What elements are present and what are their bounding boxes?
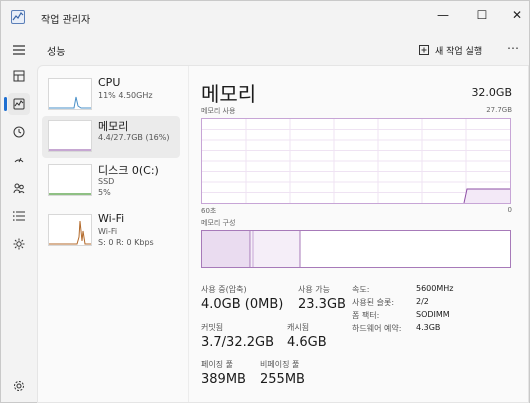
- available-label: 사용 가능: [298, 285, 330, 294]
- performance-panel: CPU 11% 4.50GHz 메모리 4.4/27.7GB (16%) 디스크…: [37, 65, 529, 403]
- memory-usage-label: 메모리 사용: [201, 107, 236, 115]
- speed-label: 속도:: [352, 285, 370, 294]
- device-name: 디스크 0(C:): [98, 164, 159, 177]
- services-icon[interactable]: [8, 233, 30, 255]
- cpu-thumbnail: [48, 78, 92, 110]
- cached-value: 4.6GB: [287, 335, 327, 350]
- speed-value: 5600MHz: [416, 284, 454, 293]
- startup-icon[interactable]: [8, 149, 30, 171]
- graph-axis-start: 60초: [201, 207, 217, 215]
- committed-label: 커밋됨: [201, 323, 224, 332]
- users-icon[interactable]: [8, 177, 30, 199]
- in-use-label: 사용 중(압축): [201, 285, 247, 294]
- minimize-button[interactable]: —: [431, 5, 455, 25]
- processes-icon[interactable]: [8, 65, 30, 87]
- paged-pool-label: 페이징 풀: [201, 360, 233, 369]
- memory-title: 메모리: [201, 82, 257, 106]
- app-history-icon[interactable]: [8, 121, 30, 143]
- task-manager-app-icon: [11, 10, 25, 24]
- menu-icon[interactable]: [8, 39, 30, 61]
- committed-value: 3.7/32.2GB: [201, 335, 274, 350]
- run-new-task-button[interactable]: 새 작업 실행: [419, 40, 482, 60]
- device-item-wifi[interactable]: Wi-Fi Wi-Fi S: 0 R: 0 Kbps: [42, 210, 180, 252]
- memory-usage-graph: [201, 118, 511, 204]
- new-task-icon: [419, 45, 429, 55]
- maximize-button[interactable]: ☐: [470, 5, 494, 25]
- hardware-reserved-label: 하드웨어 예약:: [352, 324, 402, 333]
- device-detail: Wi-Fi: [98, 227, 118, 236]
- active-nav-indicator: [4, 97, 7, 111]
- task-manager-window: 작업 관리자 — ☐ ✕ 성능 새 작업 실행 ⋯ CPU 11% 4.50GH…: [0, 0, 530, 403]
- nonpaged-pool-value: 255MB: [260, 372, 305, 387]
- device-item-cpu[interactable]: CPU 11% 4.50GHz: [42, 74, 180, 116]
- memory-thumbnail: [48, 120, 92, 152]
- device-name: CPU: [98, 76, 121, 89]
- device-item-memory[interactable]: 메모리 4.4/27.7GB (16%): [42, 116, 180, 158]
- panel-divider: [188, 66, 189, 402]
- device-name: 메모리: [98, 120, 129, 133]
- memory-composition-bar: [201, 230, 511, 268]
- details-icon[interactable]: [8, 205, 30, 227]
- page-title: 성능: [47, 47, 66, 58]
- memory-composition-label: 메모리 구성: [201, 219, 236, 227]
- device-name: Wi-Fi: [98, 212, 125, 225]
- slots-label: 사용된 슬롯:: [352, 298, 395, 307]
- more-options-button[interactable]: ⋯: [507, 41, 519, 55]
- performance-icon[interactable]: [8, 93, 30, 115]
- device-detail-2: 5%: [98, 188, 111, 197]
- navigation-rail: [1, 35, 37, 403]
- graph-axis-end: 0: [507, 206, 512, 214]
- run-new-task-label: 새 작업 실행: [435, 46, 483, 57]
- form-factor-value: SODIMM: [416, 310, 450, 319]
- hardware-reserved-value: 4.3GB: [416, 323, 441, 332]
- device-detail: SSD: [98, 177, 115, 186]
- settings-icon[interactable]: [8, 375, 30, 397]
- nonpaged-pool-label: 비페이징 풀: [260, 360, 300, 369]
- cached-label: 캐시됨: [287, 323, 310, 332]
- device-detail-2: S: 0 R: 0 Kbps: [98, 238, 154, 247]
- form-factor-label: 폼 팩터:: [352, 311, 380, 320]
- device-item-disk[interactable]: 디스크 0(C:) SSD 5%: [42, 160, 180, 202]
- wifi-thumbnail: [48, 214, 92, 246]
- title-bar: 작업 관리자 — ☐ ✕: [1, 1, 529, 35]
- in-use-value: 4.0GB (0MB): [201, 297, 284, 312]
- close-button[interactable]: ✕: [505, 5, 529, 25]
- memory-usage-max: 27.7GB: [486, 106, 512, 114]
- memory-total: 32.0GB: [471, 86, 512, 99]
- page-header: 성능 새 작업 실행 ⋯: [37, 35, 529, 65]
- device-detail: 11% 4.50GHz: [98, 91, 153, 100]
- available-value: 23.3GB: [298, 297, 346, 312]
- slots-value: 2/2: [416, 297, 429, 306]
- disk-thumbnail: [48, 164, 92, 196]
- paged-pool-value: 389MB: [201, 372, 246, 387]
- device-detail: 4.4/27.7GB (16%): [98, 133, 170, 142]
- window-title: 작업 관리자: [41, 15, 91, 26]
